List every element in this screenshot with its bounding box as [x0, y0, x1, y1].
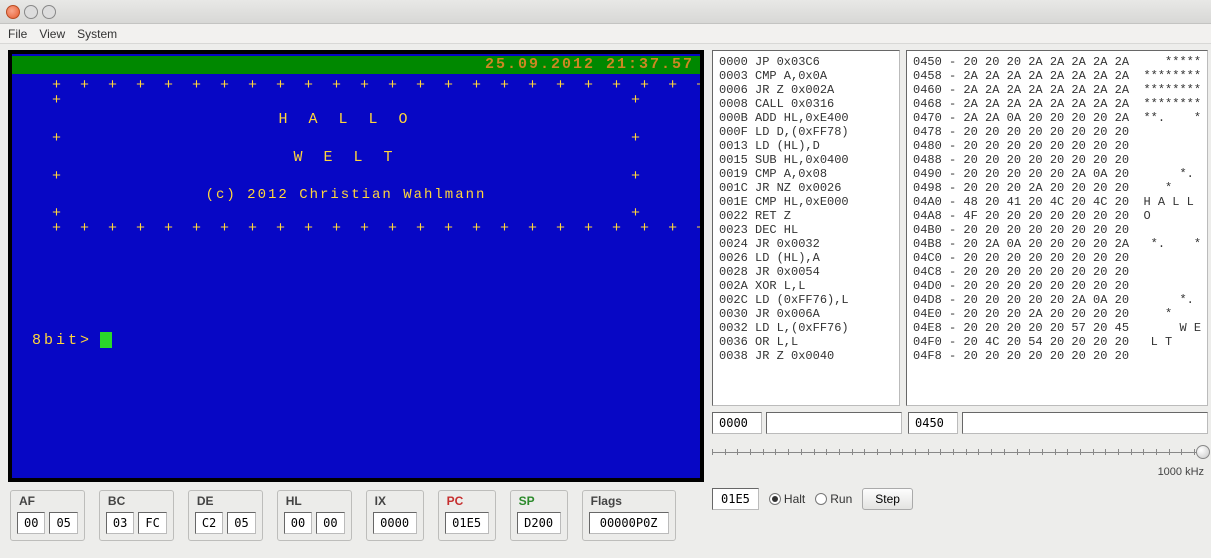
window-minimize-icon[interactable] — [24, 5, 38, 19]
reg-hl-hi[interactable]: 00 — [284, 512, 312, 534]
menu-view[interactable]: View — [39, 27, 65, 41]
disassembly-list[interactable]: 0000 JP 0x03C6 0003 CMP A,0x0A 0006 JR Z… — [712, 50, 900, 406]
reg-sp: SP D200 — [510, 490, 568, 541]
current-pc-display[interactable]: 01E5 — [712, 488, 759, 510]
reg-ix: IX 0000 — [366, 490, 424, 541]
decor-bottom: + + + + + + + + + + + + + + + + + + + + … — [52, 221, 640, 236]
reg-bc-label: BC — [108, 494, 125, 508]
address-entry-row: 0000 0450 — [712, 412, 1208, 434]
reg-hl: HL 00 00 — [277, 490, 352, 541]
reg-de-hi[interactable]: C2 — [195, 512, 223, 534]
control-row: 01E5 Halt Run Step — [712, 488, 1208, 510]
reg-ix-label: IX — [375, 494, 386, 508]
reg-pc-val[interactable]: 01E5 — [445, 512, 489, 534]
step-button[interactable]: Step — [862, 488, 913, 510]
reg-pc: PC 01E5 — [438, 490, 496, 541]
run-radio[interactable]: Run — [815, 492, 852, 506]
reg-pc-label: PC — [447, 494, 464, 508]
disasm-addr-input[interactable]: 0000 — [712, 412, 762, 434]
window-maximize-icon[interactable] — [42, 5, 56, 19]
speed-label: 1000 kHz — [712, 466, 1208, 478]
emulator-screen: 25.09.2012 21:37.57 + + + + + + + + + + … — [8, 50, 704, 482]
disasm-cmd-input[interactable] — [766, 412, 902, 434]
menu-system[interactable]: System — [77, 27, 117, 41]
reg-af-hi[interactable]: 00 — [17, 512, 45, 534]
window-titlebar — [0, 0, 1211, 24]
screen-line1: H A L L O — [52, 112, 640, 127]
radio-dot-icon — [815, 493, 827, 505]
reg-sp-val[interactable]: D200 — [517, 512, 561, 534]
reg-bc-hi[interactable]: 03 — [106, 512, 134, 534]
register-panel: AF 00 05 BC 03 FC DE C2 05 — [8, 488, 704, 543]
decor-top: + + + + + + + + + + + + + + + + + + + + … — [52, 78, 640, 93]
reg-de-label: DE — [197, 494, 214, 508]
reg-de-lo[interactable]: 05 — [227, 512, 255, 534]
window-close-icon[interactable] — [6, 5, 20, 19]
screen-line2: W E L T — [52, 150, 640, 165]
reg-af: AF 00 05 — [10, 490, 85, 541]
reg-hl-label: HL — [286, 494, 302, 508]
memdump-cmd-input[interactable] — [962, 412, 1208, 434]
slider-knob-icon[interactable] — [1196, 445, 1210, 459]
left-column: 25.09.2012 21:37.57 + + + + + + + + + + … — [8, 50, 704, 552]
reg-bc: BC 03 FC — [99, 490, 174, 541]
screen-decor-box: + + + + + + + + + + + + + + + + + + + + … — [52, 78, 640, 236]
radio-dot-icon — [769, 493, 781, 505]
reg-af-lo[interactable]: 05 — [49, 512, 77, 534]
prompt-text: 8bit> — [32, 333, 92, 348]
menu-file[interactable]: File — [8, 27, 27, 41]
screen-datetime: 25.09.2012 21:37.57 — [12, 56, 700, 74]
screen-prompt: 8bit> — [32, 332, 112, 348]
speed-slider[interactable] — [712, 442, 1208, 460]
debug-panels: 0000 JP 0x03C6 0003 CMP A,0x0A 0006 JR Z… — [712, 50, 1208, 406]
reg-ix-val[interactable]: 0000 — [373, 512, 417, 534]
reg-hl-lo[interactable]: 00 — [316, 512, 344, 534]
right-column: 0000 JP 0x03C6 0003 CMP A,0x0A 0006 JR Z… — [712, 50, 1208, 552]
menu-bar: File View System — [0, 24, 1211, 44]
reg-flags-label: Flags — [591, 494, 622, 508]
reg-de: DE C2 05 — [188, 490, 263, 541]
reg-bc-lo[interactable]: FC — [138, 512, 166, 534]
reg-flags-val[interactable]: 00000P0Z — [589, 512, 669, 534]
halt-radio[interactable]: Halt — [769, 492, 805, 506]
screen-copyright: (c) 2012 Christian Wahlmann — [52, 188, 640, 202]
run-label: Run — [830, 492, 852, 506]
main-area: 25.09.2012 21:37.57 + + + + + + + + + + … — [0, 44, 1211, 558]
reg-flags: Flags 00000P0Z — [582, 490, 676, 541]
reg-sp-label: SP — [519, 494, 535, 508]
cursor-icon — [100, 332, 112, 348]
halt-label: Halt — [784, 492, 805, 506]
memdump-addr-input[interactable]: 0450 — [908, 412, 958, 434]
reg-af-label: AF — [19, 494, 35, 508]
memory-dump-list[interactable]: 0450 - 20 20 20 2A 2A 2A 2A 2A ***** 045… — [906, 50, 1208, 406]
